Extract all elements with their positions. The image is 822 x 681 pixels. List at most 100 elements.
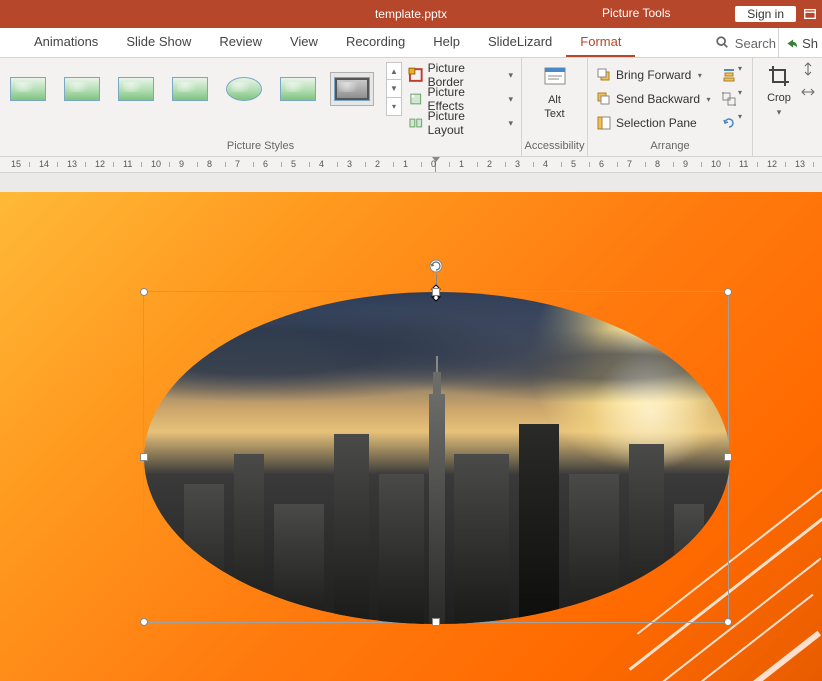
- picture-layout-button[interactable]: Picture Layout ▾: [406, 112, 515, 134]
- style-thumb-7[interactable]: [330, 72, 374, 106]
- ruler-tick-label: 5: [571, 159, 576, 169]
- ruler-tick-label: 4: [543, 159, 548, 169]
- width-icon[interactable]: [801, 85, 815, 104]
- ruler-tick-label: 9: [179, 159, 184, 169]
- height-icon[interactable]: [801, 62, 815, 81]
- chevron-down-icon: ▾: [508, 70, 513, 81]
- search-icon[interactable]: [715, 35, 729, 52]
- send-backward-label: Send Backward: [616, 92, 700, 106]
- rotate-button[interactable]: [718, 112, 740, 134]
- gallery-expand[interactable]: ▾: [386, 98, 402, 116]
- gallery-scroll-down[interactable]: ▼: [386, 80, 402, 98]
- document-filename: template.pptx: [375, 7, 447, 21]
- selection-pane-button[interactable]: Selection Pane: [594, 112, 714, 134]
- title-bar: template.pptx Picture Tools Sign in: [0, 0, 822, 28]
- style-thumb-4[interactable]: [168, 72, 212, 106]
- group-dropdown[interactable]: ▾: [738, 88, 742, 110]
- tab-slidelizard[interactable]: SlideLizard: [474, 27, 566, 57]
- ruler-tick-label: 5: [291, 159, 296, 169]
- resize-handle-bottom-left[interactable]: [140, 618, 148, 626]
- ruler-tick-label: 11: [739, 159, 748, 169]
- tab-review[interactable]: Review: [205, 27, 276, 57]
- ruler-tick-label: 8: [207, 159, 212, 169]
- align-dropdown[interactable]: ▾: [738, 64, 742, 86]
- ruler-tick-label: 10: [711, 159, 721, 169]
- decorative-streak: [723, 631, 821, 681]
- share-label: Sh: [802, 36, 818, 51]
- crop-dropdown-icon[interactable]: ▾: [777, 106, 782, 118]
- selection-pane-label: Selection Pane: [616, 116, 697, 130]
- ruler-tick-label: 13: [67, 159, 77, 169]
- resize-handle-top-right[interactable]: [724, 288, 732, 296]
- style-thumb-6[interactable]: [276, 72, 320, 106]
- oval-cropped-picture[interactable]: [144, 292, 730, 624]
- slide-canvas-area[interactable]: [0, 173, 822, 681]
- ruler-tick-label: 4: [319, 159, 324, 169]
- bring-forward-dropdown[interactable]: ▾: [693, 64, 705, 86]
- group-size: Crop ▾: [753, 58, 822, 156]
- rotate-handle[interactable]: [428, 258, 444, 274]
- picture-border-button[interactable]: Picture Border ▾: [406, 64, 515, 86]
- style-thumb-2[interactable]: [60, 72, 104, 106]
- ruler-tick-label: 10: [151, 159, 161, 169]
- ruler-tick-label: 2: [375, 159, 380, 169]
- style-thumb-3[interactable]: [114, 72, 158, 106]
- group-label-arrange: Arrange: [588, 138, 752, 156]
- ruler-tick-label: 14: [39, 159, 49, 169]
- send-backward-dropdown[interactable]: ▾: [702, 88, 714, 110]
- style-thumb-1[interactable]: [6, 72, 50, 106]
- slide[interactable]: [0, 192, 822, 681]
- ruler-tick-label: 8: [655, 159, 660, 169]
- tab-slide-show[interactable]: Slide Show: [112, 27, 205, 57]
- style-thumb-5[interactable]: [222, 72, 266, 106]
- share-button[interactable]: Sh: [778, 28, 822, 58]
- picture-effects-button[interactable]: Picture Effects ▾: [406, 88, 515, 110]
- resize-handle-top[interactable]: [432, 288, 440, 296]
- ruler-tick-label: 3: [515, 159, 520, 169]
- ruler-tick-label: 12: [767, 159, 777, 169]
- resize-handle-top-left[interactable]: [140, 288, 148, 296]
- bring-forward-button[interactable]: Bring Forward: [594, 64, 693, 86]
- group-arrange: Bring Forward ▾ Send Backward ▾ Selectio…: [588, 58, 753, 156]
- search-label[interactable]: Search: [735, 36, 776, 51]
- ruler-tick-label: 12: [95, 159, 105, 169]
- selected-picture-bounding-box[interactable]: [143, 291, 729, 623]
- ruler-tick-label: 7: [235, 159, 240, 169]
- alt-text-label-1: Alt: [548, 94, 561, 106]
- picture-styles-gallery[interactable]: ▲ ▼ ▾: [6, 62, 402, 116]
- ribbon: ▲ ▼ ▾ Picture Border ▾ Picture Effects ▾: [0, 58, 822, 156]
- group-label-picture-styles: Picture Styles: [0, 138, 521, 156]
- resize-handle-bottom-right[interactable]: [724, 618, 732, 626]
- tab-help[interactable]: Help: [419, 27, 474, 57]
- ruler-tick-label: 7: [627, 159, 632, 169]
- ruler-tick-label: 0: [431, 159, 436, 169]
- ruler-tick-label: 2: [487, 159, 492, 169]
- ruler-tick-label: 3: [347, 159, 352, 169]
- gallery-scroll: ▲ ▼ ▾: [386, 62, 402, 116]
- ruler-tick-label: 9: [683, 159, 688, 169]
- crop-button[interactable]: Crop ▾: [761, 60, 797, 118]
- alt-text-label-2: Text: [544, 108, 564, 120]
- send-backward-button[interactable]: Send Backward: [594, 88, 702, 110]
- sign-in-button[interactable]: Sign in: [735, 6, 796, 22]
- crop-label: Crop: [767, 92, 791, 104]
- horizontal-ruler[interactable]: 1514131211109876543210123456789101112131…: [0, 156, 822, 173]
- gallery-scroll-up[interactable]: ▲: [386, 62, 402, 80]
- resize-handle-left[interactable]: [140, 453, 148, 461]
- tab-format[interactable]: Format: [566, 27, 635, 57]
- group-label-accessibility: Accessibility: [522, 138, 587, 156]
- alt-text-button[interactable]: Alt Text: [535, 62, 575, 120]
- tab-recording[interactable]: Recording: [332, 27, 419, 57]
- bring-forward-label: Bring Forward: [616, 68, 691, 82]
- chevron-down-icon: ▾: [508, 118, 513, 129]
- rotate-dropdown[interactable]: ▾: [738, 112, 742, 134]
- ribbon-display-options-icon[interactable]: [802, 6, 818, 22]
- group-accessibility: Alt Text Accessibility: [522, 58, 588, 156]
- resize-handle-bottom[interactable]: [432, 618, 440, 626]
- tab-view[interactable]: View: [276, 27, 332, 57]
- align-button[interactable]: [718, 64, 740, 86]
- group-button[interactable]: [718, 88, 740, 110]
- tab-animations[interactable]: Animations: [20, 27, 112, 57]
- resize-handle-right[interactable]: [724, 453, 732, 461]
- contextual-tab-label: Picture Tools: [602, 0, 670, 28]
